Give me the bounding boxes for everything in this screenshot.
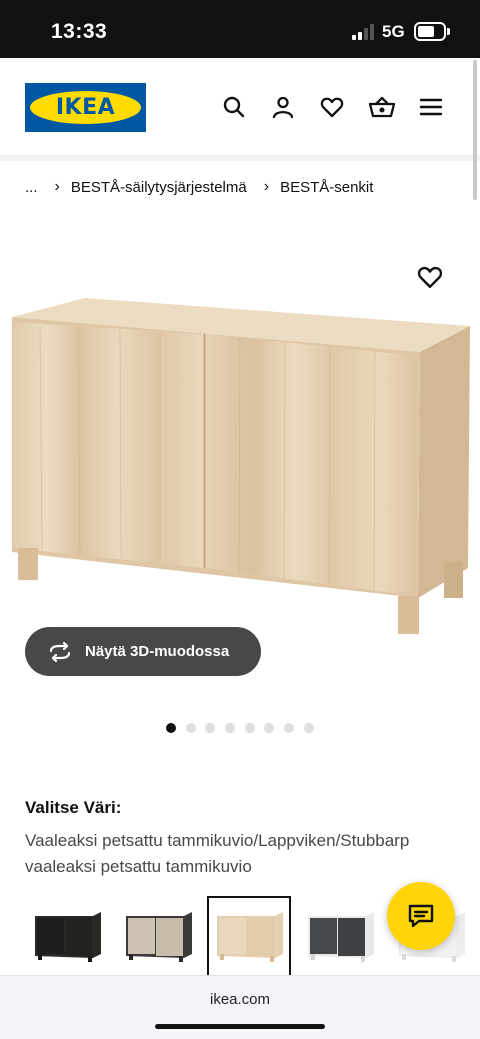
chevron-right-icon: › (54, 178, 60, 195)
carousel-dot[interactable] (303, 723, 314, 733)
logo-text: IKEA (55, 95, 116, 120)
signal-icon (352, 24, 376, 40)
color-swatch-beige[interactable] (116, 896, 200, 980)
network-label: 5G (382, 22, 405, 41)
carousel-dots (166, 723, 324, 733)
account-icon[interactable] (271, 95, 295, 119)
ikea-logo[interactable]: IKEA (25, 83, 146, 132)
color-swatch-white-stained-oak[interactable] (207, 896, 291, 980)
chat-button[interactable] (387, 882, 455, 950)
status-time: 13:33 (51, 20, 108, 43)
carousel-dot[interactable] (205, 723, 216, 733)
chat-icon (408, 904, 434, 928)
chevron-right-icon: › (263, 178, 270, 195)
color-heading: Valitse Väri: (25, 798, 122, 817)
breadcrumb-item-besta-system[interactable]: BESTÅ-säilytysjärjestelmä (71, 179, 247, 196)
breadcrumb-ellipsis[interactable]: ... (25, 179, 38, 196)
carousel-dot[interactable] (185, 723, 196, 733)
breadcrumb-item-besta-sideboards[interactable]: BESTÅ-senkit (280, 179, 373, 196)
header-divider (0, 155, 480, 161)
scrollbar[interactable] (473, 60, 477, 200)
battery-tip (447, 28, 450, 35)
url-text[interactable]: ikea.com (0, 991, 480, 1008)
browser-url-bar[interactable]: ikea.com (0, 975, 480, 1039)
selected-color-value: Vaaleaksi petsattu tammikuvio/Lappviken/… (25, 831, 410, 876)
product-image[interactable] (0, 262, 480, 642)
menu-icon[interactable] (419, 95, 443, 119)
color-swatch-black-brown[interactable] (25, 896, 109, 980)
carousel-dot[interactable] (244, 723, 255, 733)
view-3d-label: Näytä 3D-muodossa (85, 643, 230, 660)
home-indicator[interactable] (155, 1024, 325, 1029)
rotate-3d-icon (49, 641, 71, 662)
basket-icon[interactable] (368, 95, 396, 119)
battery-icon (414, 22, 446, 41)
heart-icon[interactable] (320, 95, 344, 119)
status-bar: 13:33 5G (0, 0, 480, 58)
search-icon[interactable] (222, 95, 246, 119)
carousel-dot[interactable] (264, 723, 275, 733)
view-3d-button[interactable]: Näytä 3D-muodossa (25, 627, 261, 676)
logo-oval: IKEA (30, 91, 141, 124)
carousel-dot[interactable] (225, 723, 236, 733)
carousel-dot[interactable] (284, 723, 295, 733)
breadcrumb: ... › BESTÅ-säilytysjärjestelmä › BESTÅ-… (25, 178, 373, 196)
add-to-wishlist-heart-icon[interactable] (417, 265, 443, 289)
site-header: IKEA (0, 58, 480, 158)
carousel-dot[interactable] (166, 723, 176, 733)
color-swatch-dark-grey[interactable] (298, 896, 382, 980)
